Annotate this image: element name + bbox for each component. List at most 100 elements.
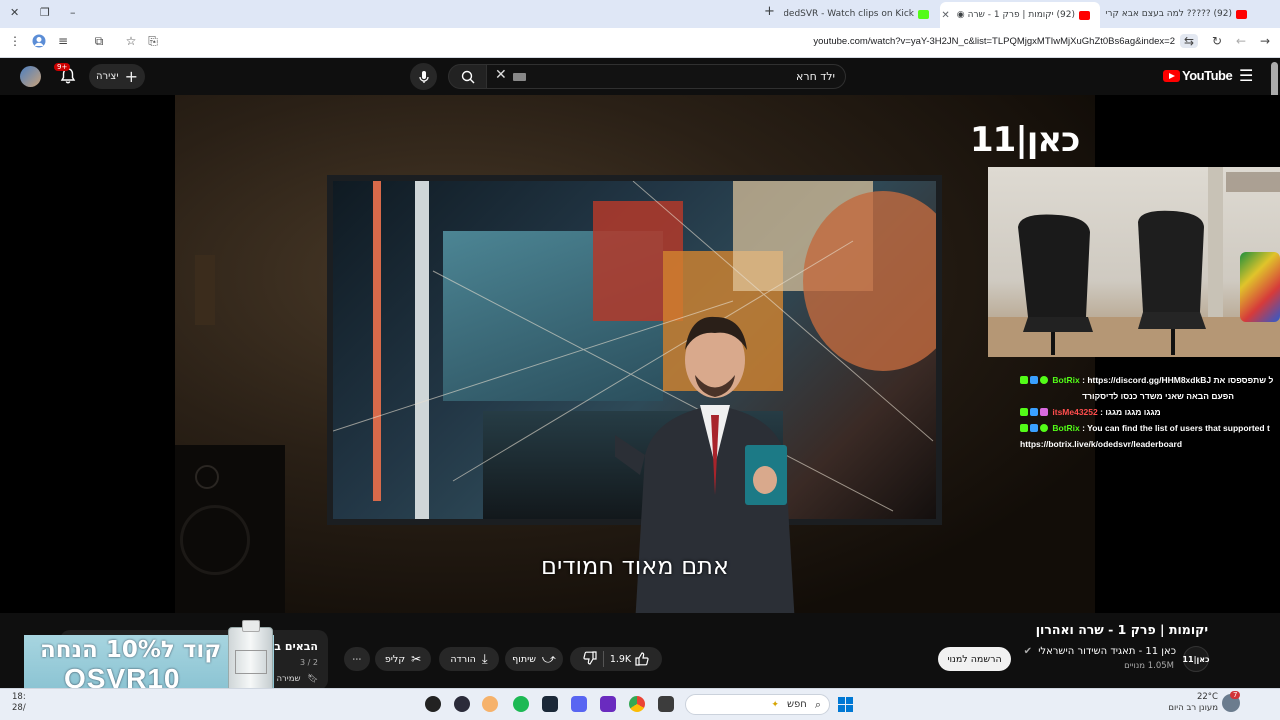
next-app-icon[interactable] [600, 696, 616, 712]
chat-text: : You can find the list of users that su… [1082, 423, 1270, 433]
discord-icon[interactable] [571, 696, 587, 712]
clear-search-icon[interactable]: ✕ [495, 67, 507, 83]
taskbar-search[interactable]: ✦ חפש ⌕ [685, 694, 830, 715]
playlist-save-label: שמירה [276, 674, 301, 684]
tab-kick[interactable]: OdedSVR - Watch clips on Kick ✕ [784, 3, 939, 25]
thumbs-up-icon [635, 652, 649, 666]
browser-app-icon[interactable] [482, 696, 498, 712]
media-player-icon[interactable] [425, 696, 441, 712]
bookmark-star-icon[interactable]: ☆ [122, 34, 140, 48]
menu-dots-icon[interactable]: ⋮ [6, 34, 24, 48]
app-circle-icon[interactable] [454, 696, 470, 712]
bot-badge-icon [1040, 376, 1048, 384]
kick-badge-icon [1020, 408, 1028, 416]
search-icon [461, 70, 475, 83]
chat-text: : מגגו מגגו מגגו [1100, 407, 1161, 417]
playlist-title: הבאים ב [274, 640, 318, 653]
profile-icon[interactable] [30, 34, 48, 51]
subscriber-count: 1.05M מנויים [1124, 661, 1174, 671]
video-subtitle: אתם מאוד חמודים [541, 552, 729, 580]
search-icon: ⌕ [814, 697, 821, 711]
voice-search-button[interactable] [410, 63, 437, 90]
tab-title: OdedSVR - Watch clips on Kick [784, 9, 914, 19]
keyboard-icon[interactable] [513, 73, 526, 81]
chrome-icon[interactable] [629, 696, 645, 712]
share-label: שיתוף [512, 653, 536, 665]
windows-start-icon[interactable] [838, 697, 853, 712]
back-icon[interactable]: → [1256, 34, 1274, 48]
share-arrow-icon: ⤻ [541, 651, 556, 667]
chat-message: BotRix : You can find the list of users … [1020, 420, 1280, 436]
install-app-icon[interactable]: ⎘ [144, 34, 162, 49]
subscribe-button[interactable]: הרשמה למנוי [938, 647, 1011, 671]
sparkle-icon: ✦ [771, 699, 779, 710]
download-button[interactable]: ⤓ הורדה [439, 647, 499, 671]
playlist-save-button[interactable]: 🔖︎ שמירה [276, 674, 318, 684]
like-button[interactable]: 1.9K [610, 652, 649, 666]
download-icon: ⤓ [481, 651, 488, 667]
speaker-tweeter-shape [195, 465, 219, 489]
steam-icon[interactable] [542, 696, 558, 712]
video-title: יקומות | פרק 1 - שרה ואהרון [1035, 622, 1208, 637]
chat-text: : https://discord.gg/HHM8xdkBJ ל שתפספסו… [1082, 375, 1274, 385]
promo-text: קוד ל10% הנחה [40, 637, 222, 663]
search-button[interactable] [448, 64, 488, 89]
download-label: הורדה [450, 653, 476, 665]
audio-icon[interactable]: ◉ [957, 10, 965, 20]
clock-date: 28/ [12, 703, 26, 713]
system-clock[interactable]: 18: 28/ [12, 692, 26, 714]
site-settings-icon[interactable]: ⇆ [1180, 34, 1198, 48]
youtube-logo[interactable]: YouTube [1163, 68, 1233, 83]
like-divider [602, 651, 604, 667]
user-avatar[interactable] [20, 66, 41, 87]
taskbar-search-placeholder: חפש [786, 699, 807, 710]
clip-button[interactable]: ✂ קליפ [375, 647, 431, 671]
verified-check-icon: ✔ [1023, 646, 1032, 657]
reading-list-icon[interactable]: ≡ [54, 34, 72, 48]
plus-icon: + [124, 66, 138, 86]
chat-username: BotRix [1052, 423, 1080, 433]
share-button[interactable]: ⤻ שיתוף [505, 647, 563, 671]
channel-avatar[interactable]: כאן|11 [1182, 646, 1210, 672]
tab-close-icon[interactable]: ✕ [941, 10, 949, 21]
extensions-icon[interactable]: ⧉ [90, 34, 108, 49]
restore-window-icon[interactable]: ❐ [40, 6, 50, 19]
youtube-favicon-icon [1079, 10, 1090, 20]
terminal-icon[interactable] [658, 696, 674, 712]
reload-icon[interactable]: ↻ [1208, 34, 1226, 48]
hamburger-menu-icon[interactable]: ☰ [1239, 66, 1253, 85]
lamp-shape [195, 255, 215, 325]
notification-badge: 9+ [54, 63, 71, 71]
dislike-button[interactable] [583, 650, 597, 668]
close-window-icon[interactable]: ✕ [10, 6, 19, 19]
search-input[interactable]: ✕ ילד חרא [486, 64, 846, 89]
verified-badge-icon [1030, 424, 1038, 432]
webcam-overlay [988, 167, 1280, 357]
verified-badge-icon [1030, 376, 1038, 384]
address-bar[interactable]: youtube.com/watch?v=yaY-3H2JN_c&list=TLP… [700, 36, 1175, 47]
weather-badge: 7 [1230, 691, 1241, 699]
scissors-icon: ✂ [411, 652, 422, 666]
weather-temp: 22°C [1196, 692, 1218, 702]
tab-title: (92) ????? למה בעצם אבא קרי [1105, 9, 1232, 19]
tab-youtube[interactable]: (92) ????? למה בעצם אבא קרי ✕ [1102, 3, 1257, 25]
video-frame[interactable] [175, 95, 1095, 613]
minimize-window-icon[interactable]: – [70, 6, 76, 19]
tab-youtube-active[interactable]: (92) יקומות | פרק 1 - שרה ◉ ✕ [940, 2, 1100, 28]
tab-title: (92) יקומות | פרק 1 - שרה [967, 10, 1075, 20]
channel-name[interactable]: כאן 11 - תאגיד השידור הישראלי ✔ [1024, 646, 1176, 657]
forward-icon[interactable]: ← [1232, 34, 1250, 48]
weather-desc: מעונן רב היום [1168, 703, 1218, 713]
notifications-button[interactable]: 9+ [54, 63, 77, 89]
channel-watermark: כאן|11 [970, 120, 1080, 160]
more-actions-button[interactable]: ⋯ [344, 647, 370, 671]
weather-widget[interactable]: 22°C מעונן רב היום [1168, 692, 1218, 714]
bot-badge-icon [1040, 424, 1048, 432]
chat-username: itsMe43252 [1052, 407, 1098, 417]
new-tab-button[interactable]: + [764, 4, 775, 19]
kick-badge-icon [1020, 424, 1028, 432]
chat-text-continued: הפעם הבאה שאני משדר כנסו לדיסקורד [1082, 391, 1234, 401]
diamond-badge-icon [1030, 408, 1038, 416]
create-button[interactable]: + יצירה [89, 64, 145, 89]
spotify-icon[interactable] [513, 696, 529, 712]
